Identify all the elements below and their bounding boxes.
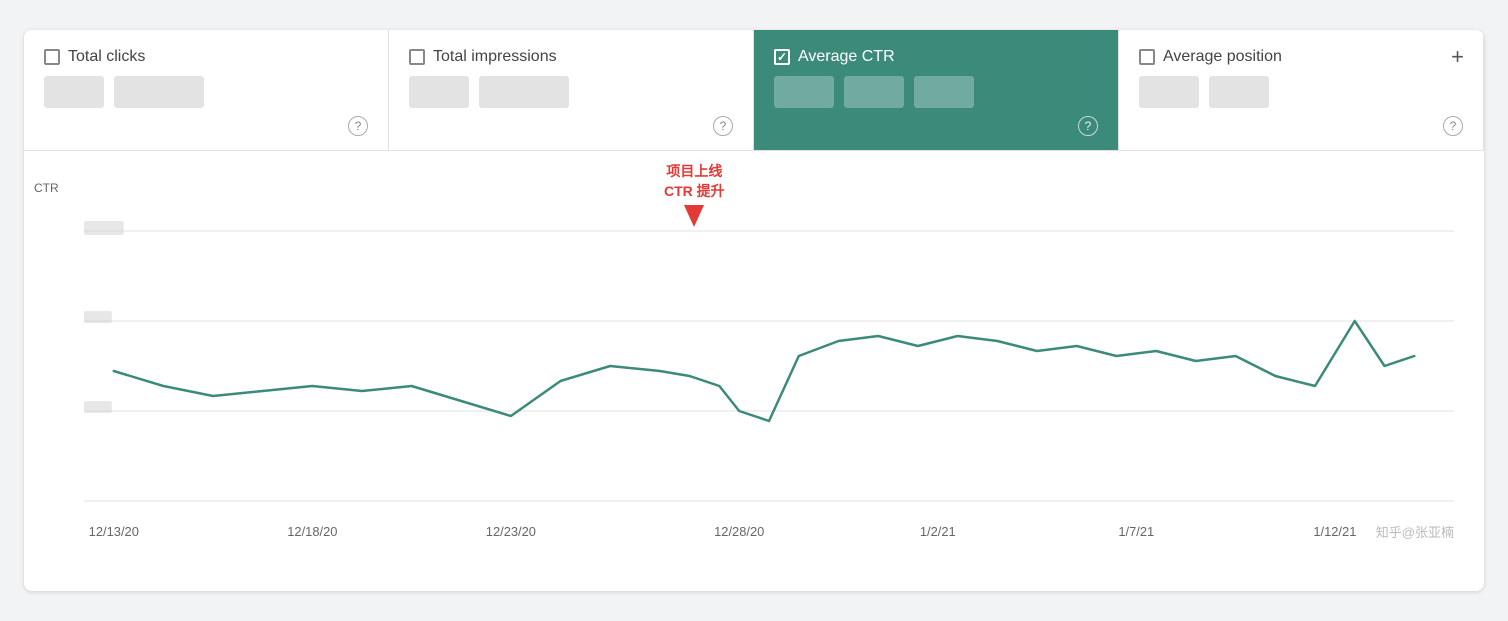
metric-title-total-impressions: Total impressions: [433, 48, 557, 66]
metric-values-total-clicks: [44, 76, 368, 108]
value-block: [1209, 76, 1269, 108]
metric-header-average-position: Average position: [1139, 48, 1463, 66]
svg-text:12/23/20: 12/23/20: [486, 524, 536, 539]
metric-card-average-ctr[interactable]: ✓ Average CTR ?: [754, 30, 1119, 150]
annotation-line1: 项目上线: [664, 161, 725, 181]
metric-footer-total-clicks: ?: [44, 116, 368, 136]
help-icon-average-position[interactable]: ?: [1443, 116, 1463, 136]
help-icon-total-clicks[interactable]: ?: [348, 116, 368, 136]
checkmark-icon: ✓: [777, 50, 787, 64]
metric-header-average-ctr: ✓ Average CTR: [774, 48, 1098, 66]
metric-header-total-clicks: Total clicks: [44, 48, 368, 66]
svg-text:1/7/21: 1/7/21: [1118, 524, 1154, 539]
metric-card-total-impressions[interactable]: Total impressions ?: [389, 30, 754, 150]
annotation-line2: CTR 提升: [664, 181, 725, 201]
add-metric-button[interactable]: +: [1451, 44, 1464, 70]
metric-footer-average-ctr: ?: [774, 116, 1098, 136]
help-icon-total-impressions[interactable]: ?: [713, 116, 733, 136]
metric-footer-total-impressions: ?: [409, 116, 733, 136]
checkbox-average-position[interactable]: [1139, 49, 1155, 65]
value-block: [774, 76, 834, 108]
svg-text:1/2/21: 1/2/21: [920, 524, 956, 539]
y-axis-label: CTR: [34, 181, 59, 195]
chart-annotation: 项目上线 CTR 提升: [664, 161, 725, 227]
metric-footer-average-position: ?: [1139, 116, 1463, 136]
value-block: [479, 76, 569, 108]
chart-area: CTR 项目上线 CTR 提升 12/13/20: [24, 151, 1484, 591]
value-block: [409, 76, 469, 108]
svg-text:12/18/20: 12/18/20: [287, 524, 337, 539]
main-container: Total clicks ? Total impressions ?: [24, 30, 1484, 591]
metrics-bar: Total clicks ? Total impressions ?: [24, 30, 1484, 151]
help-icon-average-ctr[interactable]: ?: [1078, 116, 1098, 136]
value-block: [114, 76, 204, 108]
metric-title-total-clicks: Total clicks: [68, 48, 145, 66]
arrow-down-icon: [684, 205, 704, 227]
annotation-arrow: [664, 205, 725, 227]
checkbox-total-impressions[interactable]: [409, 49, 425, 65]
metric-values-average-position: [1139, 76, 1463, 108]
value-block: [44, 76, 104, 108]
line-chart: 12/13/20 12/18/20 12/23/20 12/28/20 1/2/…: [84, 171, 1454, 551]
checkbox-average-ctr[interactable]: ✓: [774, 49, 790, 65]
watermark: 知乎@张亚楠: [1376, 522, 1454, 541]
metric-values-average-ctr: [774, 76, 1098, 108]
svg-text:12/28/20: 12/28/20: [714, 524, 764, 539]
metric-card-average-position[interactable]: Average position ?: [1119, 30, 1484, 150]
checkbox-total-clicks[interactable]: [44, 49, 60, 65]
metric-header-total-impressions: Total impressions: [409, 48, 733, 66]
metric-title-average-position: Average position: [1163, 48, 1282, 66]
value-block: [914, 76, 974, 108]
metric-values-total-impressions: [409, 76, 733, 108]
value-block: [844, 76, 904, 108]
svg-text:1/12/21: 1/12/21: [1313, 524, 1356, 539]
svg-text:12/13/20: 12/13/20: [89, 524, 139, 539]
value-block: [1139, 76, 1199, 108]
metric-title-average-ctr: Average CTR: [798, 48, 895, 66]
metric-card-total-clicks[interactable]: Total clicks ?: [24, 30, 389, 150]
